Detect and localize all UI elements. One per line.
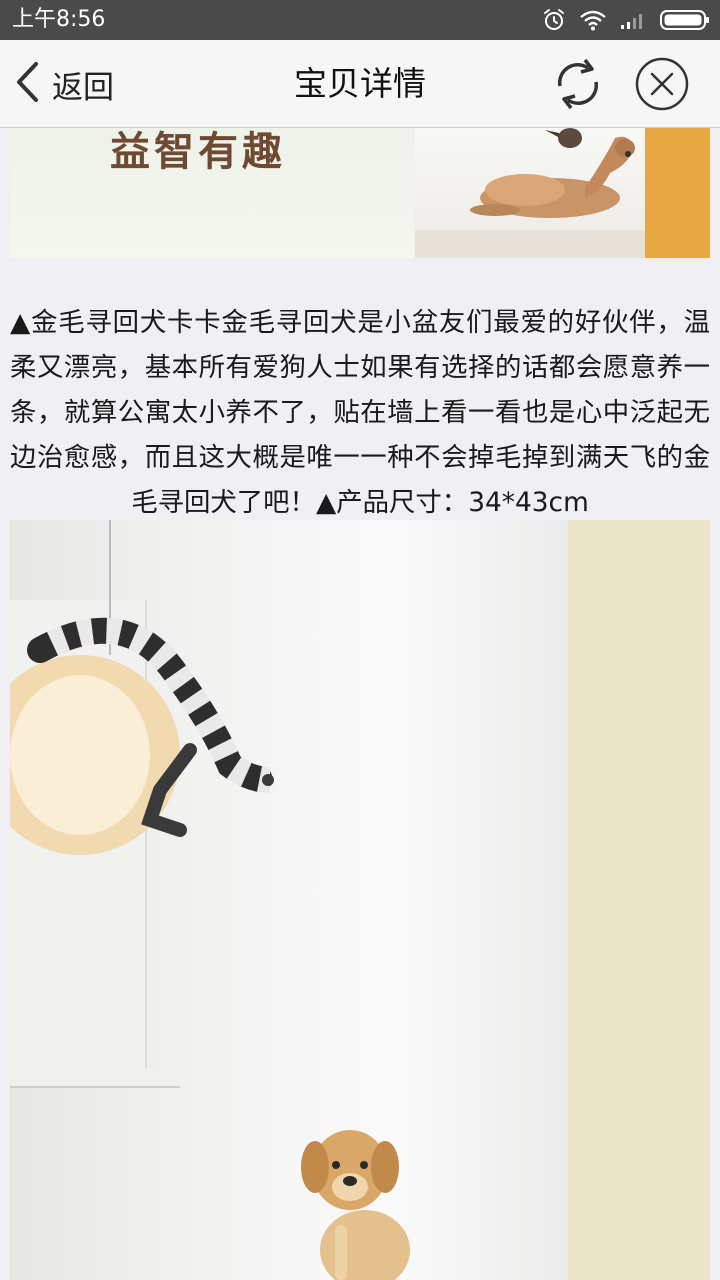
close-button[interactable]: [634, 56, 690, 112]
page-title: 宝贝详情: [294, 64, 426, 103]
alarm-icon: [542, 8, 566, 32]
back-label: 返回: [52, 69, 114, 106]
status-icons: [542, 7, 710, 33]
puppy-sticker-image: [301, 1130, 410, 1280]
status-time: 上午8:56: [12, 7, 106, 32]
deer-sticker-image: [470, 128, 635, 218]
image-wall: [645, 128, 710, 258]
product-detail-content[interactable]: 益智有趣 ▲金毛寻回犬卡卡金毛寻回犬是小盆友们最爱的好伙伴，温柔又漂亮，基本所有…: [0, 128, 720, 1280]
chevron-left-icon: [14, 61, 40, 107]
signal-icon: [620, 10, 646, 30]
battery-icon: [660, 9, 710, 31]
status-bar: 上午8:56: [0, 0, 720, 40]
image-floor: [415, 230, 645, 258]
product-image-main: [10, 520, 710, 1280]
refresh-icon: [552, 58, 604, 116]
close-icon: [634, 57, 690, 116]
image-caption: 益智有趣: [110, 129, 286, 175]
image-shelf: [10, 1068, 180, 1088]
nav-bar: 返回 宝贝详情: [0, 40, 720, 128]
image-wall-strip: [568, 520, 710, 1280]
refresh-button[interactable]: [552, 56, 604, 112]
back-button[interactable]: 返回: [14, 58, 144, 110]
product-description: ▲金毛寻回犬卡卡金毛寻回犬是小盆友们最爱的好伙伴，温柔又漂亮，基本所有爱狗人士如…: [10, 307, 710, 518]
product-image-top: 益智有趣: [10, 128, 710, 258]
lamp-sticker-image: [10, 520, 283, 855]
wifi-icon: [580, 9, 606, 31]
